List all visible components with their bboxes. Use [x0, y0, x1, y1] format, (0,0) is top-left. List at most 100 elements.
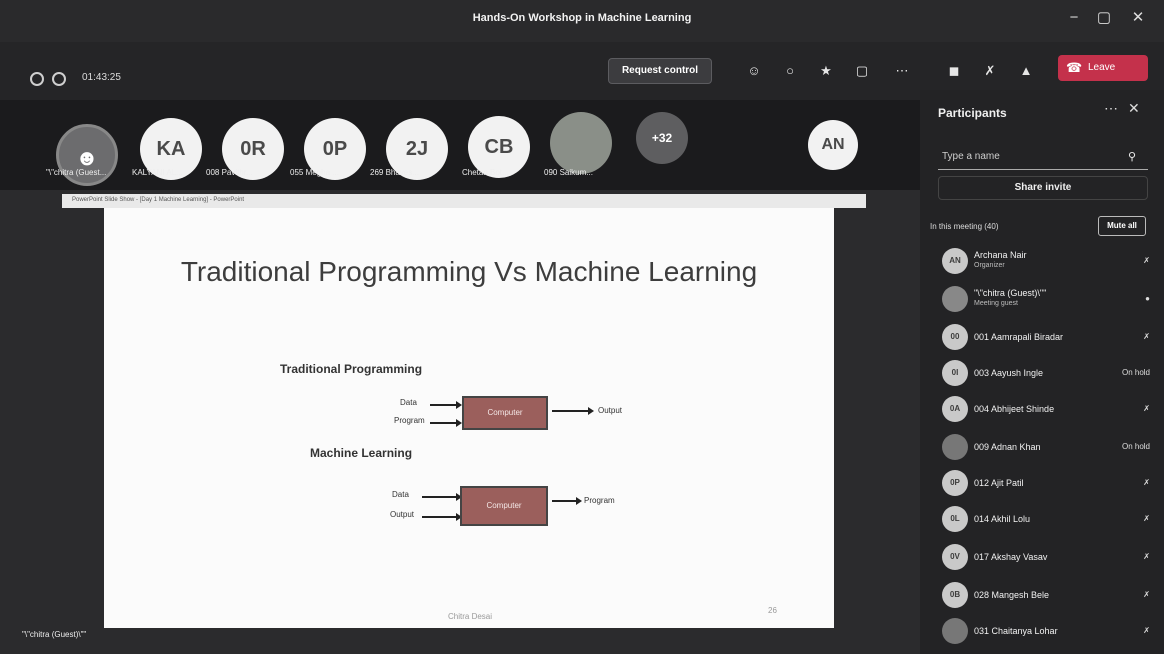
mute-all-button[interactable]: Mute all	[1098, 216, 1146, 236]
participant-row[interactable]: 0I 003 Aayush Ingle On hold	[930, 356, 1156, 392]
participant-name: 001 Aamrapali Biradar	[974, 332, 1064, 342]
trad-computer-box: Computer	[462, 396, 548, 430]
panel-close-icon[interactable]: ✕	[1128, 100, 1140, 117]
participant-row[interactable]: 009 Adnan Khan On hold	[930, 430, 1156, 466]
strip-name: 055 Megha ...	[290, 168, 339, 177]
share-invite-button[interactable]: Share invite	[938, 176, 1148, 200]
title-bar: Hands-On Workshop in Machine Learning	[0, 0, 1164, 42]
participant-row[interactable]: 00 001 Aamrapali Biradar ✗	[930, 320, 1156, 356]
machine-learning-label: Machine Learning	[310, 446, 413, 460]
camera-off-icon[interactable]: ◼	[940, 58, 968, 84]
participant-avatar	[942, 618, 968, 644]
in-meeting-section-header[interactable]: In this meeting (40)	[930, 222, 998, 231]
window-title: Hands-On Workshop in Machine Learning	[472, 12, 692, 24]
people-icon[interactable]: ☺	[740, 58, 768, 84]
participant-avatar[interactable]: AN	[808, 120, 858, 170]
strip-name: 008 Pavithr...	[206, 168, 253, 177]
search-icon[interactable]: ⚲	[1128, 150, 1136, 163]
participant-name: 014 Akhil Lolu	[974, 514, 1031, 524]
participant-row[interactable]: 0A 004 Abhijeet Shinde ✗	[930, 392, 1156, 428]
mic-off-icon: ✗	[1143, 514, 1150, 523]
participant-avatar: 0V	[942, 544, 968, 570]
participant-avatar: 0B	[942, 582, 968, 608]
trad-input-data: Data	[400, 398, 417, 407]
mic-on-icon: ●	[1145, 294, 1150, 303]
meeting-timer: 01:43:25	[82, 72, 121, 83]
trad-output-label: Output	[598, 406, 623, 415]
mic-off-icon: ✗	[1143, 552, 1150, 561]
ml-input-output: Output	[390, 510, 415, 519]
participant-row[interactable]: 0P 012 Ajit Patil ✗	[930, 466, 1156, 502]
participant-name: 012 Ajit Patil	[974, 478, 1024, 488]
maximize-button[interactable]: ▢	[1090, 6, 1118, 30]
strip-name: KALYANI AL...	[132, 168, 183, 177]
ml-input-data: Data	[392, 490, 409, 499]
participant-name: 004 Abhijeet Shinde	[974, 404, 1055, 414]
participant-avatar: 0L	[942, 506, 968, 532]
participant-row[interactable]: 0L 014 Akhil Lolu ✗	[930, 502, 1156, 538]
strip-name: Chetan Bot...	[462, 168, 509, 177]
phone-icon: ☎	[1066, 60, 1083, 75]
participant-row[interactable]: "\"chitra (Guest)\"" Meeting guest ●	[930, 282, 1156, 318]
participant-row[interactable]: 0V 017 Akshay Vasav ✗	[930, 540, 1156, 576]
more-icon[interactable]: ⋯	[888, 58, 916, 84]
slide-page-number: 26	[768, 606, 777, 615]
participant-name: Archana Nair	[974, 250, 1027, 260]
ml-computer-box: Computer	[460, 486, 548, 526]
participant-row[interactable]: AN Archana Nair Organizer ✗	[930, 244, 1156, 280]
mic-off-icon[interactable]: ✗	[976, 58, 1004, 84]
participant-name: 028 Mangesh Bele	[974, 590, 1050, 600]
participant-status: On hold	[1121, 368, 1150, 377]
chat-icon[interactable]: ○	[776, 58, 804, 84]
panel-title: Participants	[938, 106, 1007, 120]
mic-off-icon: ✗	[1143, 626, 1150, 635]
participant-avatar: 00	[942, 324, 968, 350]
participant-role: Organizer	[974, 262, 1005, 269]
participant-avatar: AN	[942, 248, 968, 274]
minimize-button[interactable]: −	[1060, 6, 1088, 30]
ml-program-label: Program	[584, 496, 615, 505]
traditional-programming-label: Traditional Programming	[280, 362, 423, 376]
participant-row[interactable]: 031 Chaitanya Lohar ✗	[930, 614, 1156, 650]
presentation-slide: Traditional Programming Vs Machine Learn…	[104, 208, 834, 628]
participant-name: 009 Adnan Khan	[974, 442, 1041, 452]
close-window-button[interactable]: ✕	[1124, 6, 1152, 30]
trad-input-program: Program	[394, 416, 425, 425]
participant-row[interactable]: 0B 028 Mangesh Bele ✗	[930, 578, 1156, 614]
share-icon[interactable]: ▲	[1012, 58, 1040, 84]
mic-off-icon: ✗	[1143, 332, 1150, 341]
ml-program-arrow	[552, 497, 582, 505]
participant-photo-avatar[interactable]	[550, 112, 612, 174]
slide-footer: Chitra Desai	[448, 612, 493, 621]
participant-name: "\"chitra (Guest)\""	[974, 288, 1047, 298]
more-participants-avatar[interactable]: +32	[636, 112, 688, 164]
participant-status: On hold	[1121, 442, 1150, 451]
mic-off-icon: ✗	[1143, 590, 1150, 599]
view-icon[interactable]: ▢	[848, 58, 876, 84]
self-video-label: "\"chitra (Guest)\""	[22, 630, 87, 639]
trad-program-arrow	[430, 419, 462, 427]
request-control-button[interactable]: Request control	[608, 58, 712, 84]
slideshow-window-caption: PowerPoint Slide Show - [Day 1 Machine L…	[72, 197, 245, 203]
participant-name: 003 Aayush Ingle	[974, 368, 1044, 378]
participant-search-input[interactable]	[938, 144, 1148, 170]
panel-more-icon[interactable]: ⋯	[1104, 100, 1118, 117]
slide-title: Traditional Programming Vs Machine Learn…	[180, 256, 758, 287]
participant-avatar	[942, 286, 968, 312]
trad-data-arrow	[430, 401, 462, 409]
ml-data-arrow	[422, 493, 462, 501]
ml-output-arrow	[422, 513, 462, 521]
participant-name: 017 Akshay Vasav	[974, 552, 1048, 562]
participant-avatar	[942, 434, 968, 460]
participant-role: Meeting guest	[974, 300, 1018, 307]
strip-name: 090 Saikum...	[544, 168, 593, 177]
mic-off-icon: ✗	[1143, 256, 1150, 265]
participant-avatar: 0P	[942, 470, 968, 496]
strip-name: 269 Bhaves...	[370, 168, 419, 177]
react-icon[interactable]: ★	[812, 58, 840, 84]
trad-output-arrow	[552, 407, 594, 415]
record-icon	[52, 72, 66, 86]
mic-off-icon: ✗	[1143, 478, 1150, 487]
strip-name: "\"chitra (Guest...	[46, 168, 107, 177]
participant-name: 031 Chaitanya Lohar	[974, 626, 1058, 636]
